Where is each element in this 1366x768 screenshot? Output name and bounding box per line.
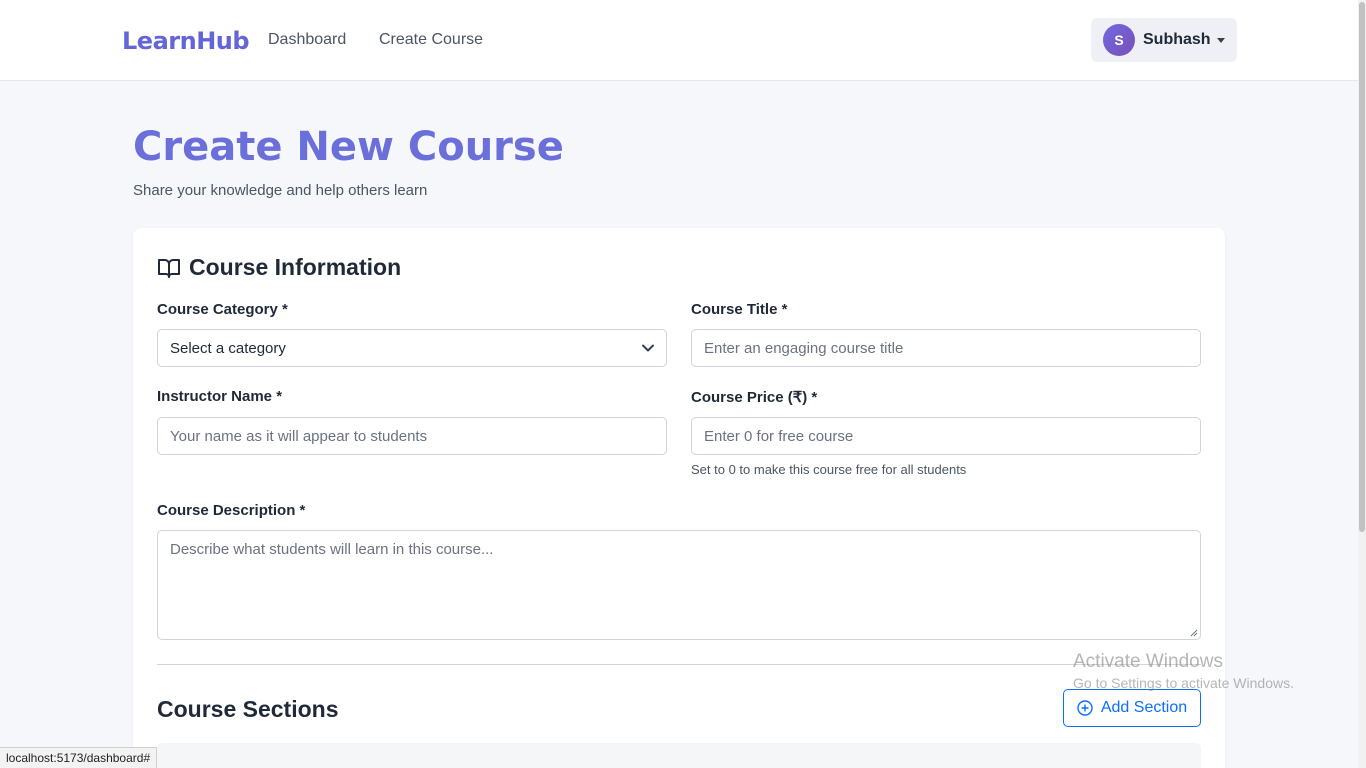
scrollbar-thumb[interactable] <box>1359 2 1365 532</box>
course-info-header: Course Information <box>157 254 401 281</box>
section-divider <box>157 664 1201 665</box>
page-subtitle: Share your knowledge and help others lea… <box>133 182 428 199</box>
windows-activation-watermark: Activate Windows Go to Settings to activ… <box>1073 651 1294 691</box>
nav-link-create-course[interactable]: Create Course <box>379 31 483 49</box>
resize-handle-icon[interactable] <box>1190 629 1198 637</box>
course-sections-heading: Course Sections <box>157 696 339 722</box>
course-form-card: Course Information Course Category * Sel… <box>133 228 1225 768</box>
watermark-title: Activate Windows <box>1073 651 1223 672</box>
plus-circle-icon <box>1077 700 1093 716</box>
book-open-icon <box>158 258 180 278</box>
course-price-input[interactable]: Enter 0 for free course <box>691 417 1201 455</box>
category-select-value: Select a category <box>170 339 286 357</box>
instructor-name-input[interactable]: Your name as it will appear to students <box>157 417 667 455</box>
course-title-label: Course Title * <box>691 301 788 318</box>
user-name: Subhash <box>1143 31 1211 48</box>
avatar: S <box>1103 24 1135 56</box>
add-section-button[interactable]: Add Section <box>1063 689 1201 727</box>
nav-link-dashboard[interactable]: Dashboard <box>268 31 346 49</box>
course-title-input[interactable]: Enter an engaging course title <box>691 329 1201 367</box>
category-select[interactable]: Select a category <box>157 329 667 367</box>
page-scrollbar[interactable] <box>1358 0 1366 768</box>
description-placeholder: Describe what students will learn in thi… <box>170 541 494 558</box>
status-bar-url: localhost:5173/dashboard# <box>0 747 158 768</box>
instructor-label: Instructor Name * <box>157 388 283 405</box>
add-section-label: Add Section <box>1100 699 1188 716</box>
category-label: Course Category * <box>157 301 288 318</box>
description-label: Course Description * <box>157 502 306 519</box>
price-label: Course Price (₹) * <box>691 389 818 406</box>
navbar: LearnHub Dashboard Create Course S Subha… <box>0 0 1358 81</box>
watermark-subtitle: Go to Settings to activate Windows. <box>1073 675 1294 691</box>
price-hint: Set to 0 to make this course free for al… <box>691 462 967 477</box>
caret-down-icon <box>1217 38 1225 43</box>
chevron-down-icon <box>642 344 654 352</box>
section-item <box>157 743 1201 768</box>
description-textarea[interactable]: Describe what students will learn in thi… <box>157 530 1201 640</box>
brand-logo[interactable]: LearnHub <box>122 27 250 55</box>
page-title: Create New Course <box>133 124 564 170</box>
user-menu-button[interactable]: S Subhash <box>1091 18 1237 62</box>
course-info-heading: Course Information <box>189 254 402 280</box>
